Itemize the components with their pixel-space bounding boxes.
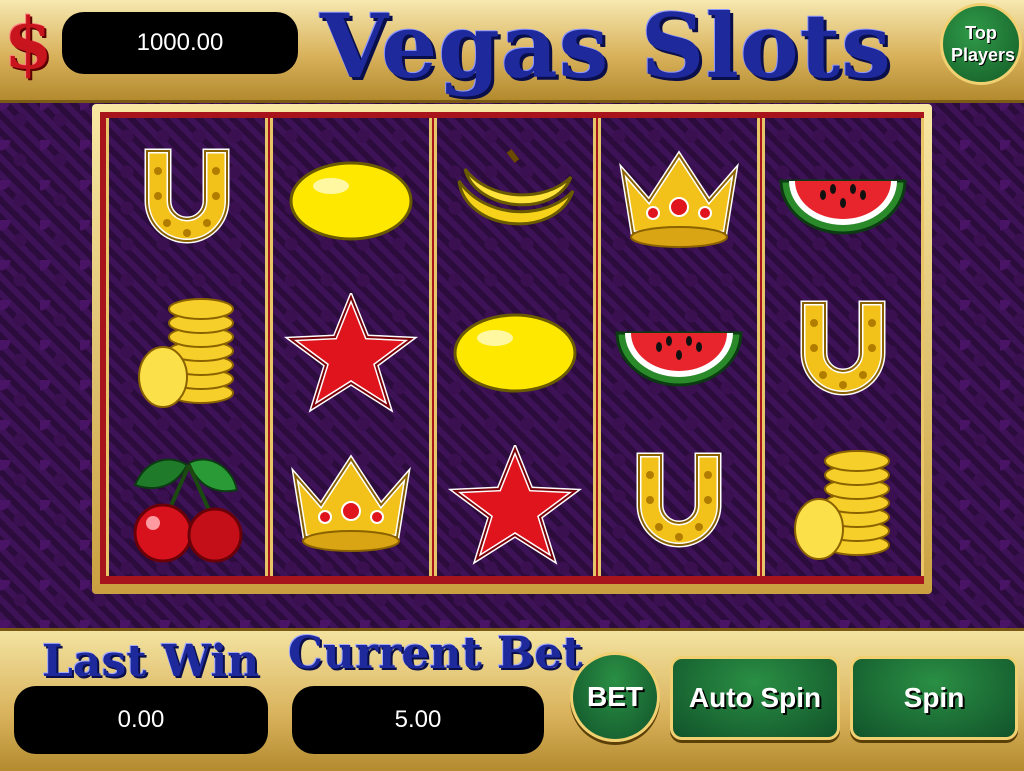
reel-1 (106, 118, 268, 576)
reel-4 (598, 118, 760, 576)
last-win-value: 0.00 (14, 686, 268, 754)
top-players-button[interactable]: Top Players (940, 3, 1022, 85)
current-bet-value: 5.00 (292, 686, 544, 754)
crown-icon (601, 126, 757, 276)
coins-icon (765, 430, 921, 576)
star-icon (273, 278, 429, 428)
crown-icon (273, 430, 429, 576)
reel-2 (270, 118, 432, 576)
top-players-label: Top Players (951, 23, 1016, 65)
balance-display: 1000.00 (62, 12, 298, 74)
auto-spin-button[interactable]: Auto Spin (670, 656, 840, 740)
star-icon (437, 430, 593, 576)
dollar-icon: $ (4, 2, 53, 85)
horseshoe-icon (601, 430, 757, 576)
game-title: Vegas Slots (320, 0, 892, 98)
reel-5 (762, 118, 924, 576)
lemon-icon (437, 278, 593, 428)
watermelon-icon (765, 126, 921, 276)
banana-icon (437, 126, 593, 276)
spin-button[interactable]: Spin (850, 656, 1018, 740)
top-bar: $ 1000.00 Vegas Slots Top Players (0, 0, 1024, 103)
bet-button[interactable]: BET (570, 652, 660, 742)
cherry-icon (109, 430, 265, 576)
coins-icon (109, 278, 265, 428)
last-win-label: Last Win (42, 636, 260, 687)
horseshoe-icon (109, 126, 265, 276)
current-bet-label: Current Bet (288, 628, 583, 679)
lemon-icon (273, 126, 429, 276)
reels-area (100, 112, 924, 584)
horseshoe-icon (765, 278, 921, 428)
watermelon-icon (601, 278, 757, 428)
reel-3 (434, 118, 596, 576)
